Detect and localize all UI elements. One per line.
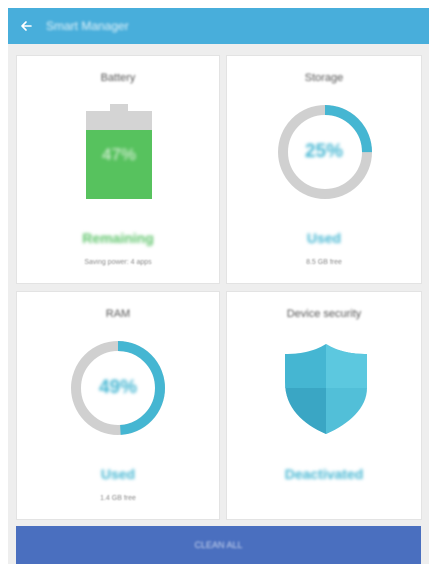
storage-card[interactable]: Storage 25% Used 8.5 GB free xyxy=(226,55,422,284)
battery-level-text: 47% xyxy=(101,145,137,164)
app-bar: Smart Manager xyxy=(8,8,429,44)
app-title: Smart Manager xyxy=(46,19,129,33)
battery-detail: Saving power: 4 apps xyxy=(84,259,152,266)
battery-body: 47% xyxy=(86,111,152,199)
clean-all-label: CLEAN ALL xyxy=(194,540,243,550)
arrow-left-icon xyxy=(21,21,32,31)
ram-title: RAM xyxy=(105,308,131,320)
storage-title: Storage xyxy=(304,72,344,84)
storage-detail: 8.5 GB free xyxy=(306,259,342,266)
smart-manager-screen: Smart Manager Battery 47% Remaining Savi… xyxy=(8,8,429,564)
battery-status: Remaining xyxy=(82,230,154,246)
clean-all-button[interactable]: CLEAN ALL xyxy=(16,526,421,564)
ram-card[interactable]: RAM 49% Used 1.4 GB free xyxy=(16,291,220,520)
ram-percent: 49% xyxy=(98,377,138,398)
battery-icon: 47% xyxy=(86,104,152,199)
ram-detail: 1.4 GB free xyxy=(100,495,136,502)
storage-percent: 25% xyxy=(304,141,344,162)
battery-title: Battery xyxy=(100,72,136,84)
battery-card[interactable]: Battery 47% Remaining Saving power: 4 ap… xyxy=(16,55,220,284)
security-title: Device security xyxy=(286,308,362,320)
shield-icon xyxy=(285,344,367,434)
security-card[interactable]: Device security Deactivated xyxy=(226,291,422,520)
battery-cap xyxy=(110,104,128,111)
security-status: Deactivated xyxy=(284,466,364,482)
storage-status: Used xyxy=(306,230,342,246)
ram-status: Used xyxy=(100,466,136,482)
back-button[interactable] xyxy=(8,8,44,44)
